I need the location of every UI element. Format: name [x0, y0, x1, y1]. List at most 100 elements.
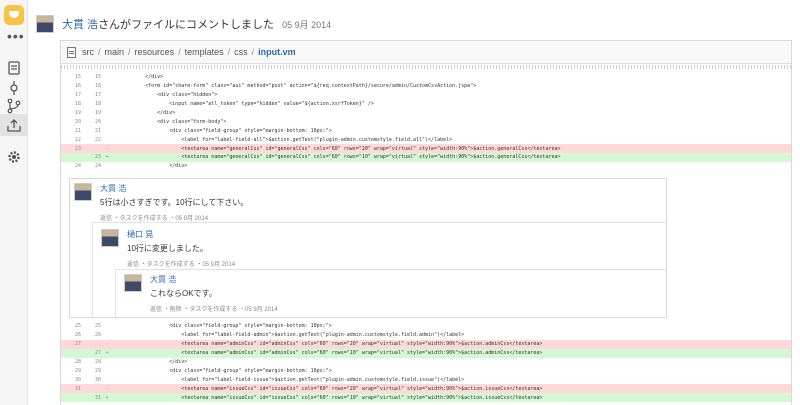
old-line-number[interactable]: 27	[61, 341, 81, 347]
diff-row-removed: 27 - <textarea name="adminCss" id="adminC…	[61, 339, 791, 349]
old-line-number[interactable]: 15	[61, 74, 81, 80]
diff-sign[interactable]: -	[101, 146, 113, 152]
path-segment[interactable]: resources	[135, 47, 175, 57]
old-line-number[interactable]: 16	[61, 83, 81, 89]
new-line-number[interactable]: 27	[81, 350, 101, 356]
path-segment[interactable]: src	[82, 47, 94, 57]
old-line-number[interactable]: 21	[61, 128, 81, 134]
new-line-number[interactable]: 30	[81, 377, 101, 383]
diff-row-added: 23 + <textarea name="generalCss" id="gene…	[61, 153, 791, 162]
avatar[interactable]	[74, 183, 92, 201]
old-line-number[interactable]: 19	[61, 110, 81, 116]
code-line: <textarea name="generalCss" id="generalC…	[121, 145, 561, 152]
code-line: <label for="label-field-admin">$action.g…	[121, 332, 465, 339]
new-line-number[interactable]: 22	[81, 137, 101, 143]
old-line-number[interactable]: 18	[61, 101, 81, 107]
branch-icon[interactable]	[6, 98, 22, 114]
new-line-number[interactable]: 23	[81, 154, 101, 160]
new-line-number[interactable]: 28	[81, 359, 101, 365]
reply-thread: 樋口 晃 10行に変更しました。 返信 ・タスクを作成する ・05 9月 201…	[92, 222, 667, 319]
comment-author[interactable]: 大貫 浩	[100, 183, 248, 194]
header-date: 05 9月 2014	[282, 19, 332, 30]
settings-icon[interactable]	[6, 149, 22, 165]
code-line: <textarea name="issueCss" id="issueCss" …	[121, 394, 543, 401]
path-segment[interactable]: css	[234, 47, 248, 57]
diff-row: 24 24 </div>	[61, 162, 791, 171]
old-line-number[interactable]: 23	[61, 146, 81, 152]
code-line: </div>	[121, 110, 176, 116]
header-action-text: さんがファイルにコメントしました	[98, 19, 275, 31]
path-segment[interactable]: main	[105, 47, 125, 57]
avatar[interactable]	[36, 15, 54, 33]
comment-author[interactable]: 樋口 晃	[127, 229, 235, 240]
new-line-number[interactable]: 16	[81, 83, 101, 89]
header-username[interactable]: 大貫 浩	[62, 16, 98, 32]
new-line-number[interactable]: 31	[81, 395, 101, 401]
new-line-number[interactable]: 19	[81, 110, 101, 116]
new-line-number[interactable]: 29	[81, 368, 101, 374]
pull-request-icon[interactable]	[6, 117, 22, 133]
comment-actions[interactable]: 返信 ・削除 ・タスクを作成する ・05 9月 2014	[150, 304, 278, 313]
file-name[interactable]: input.vm	[258, 47, 296, 57]
old-line-number[interactable]: 20	[61, 119, 81, 125]
new-line-number[interactable]: 20	[81, 119, 101, 125]
code-line: </div>	[121, 359, 188, 365]
diff-row: 25 25 <div class="field-group" style="mar…	[61, 322, 791, 331]
diff-row-added: 27 + <textarea name="adminCss" id="adminC…	[61, 348, 791, 358]
new-line-number[interactable]: 24	[81, 163, 101, 169]
code-line: <textarea name="adminCss" id="adminCss" …	[121, 341, 543, 348]
diff-row: 26 26 <label for="label-field-admin">$act…	[61, 331, 791, 340]
comment: 樋口 晃 10行に変更しました。 返信 ・タスクを作成する ・05 9月 201…	[101, 229, 235, 268]
commit-icon[interactable]	[6, 80, 22, 96]
file-diff-panel: src / main / resources / templates / css / in…	[60, 40, 792, 405]
diff-sign[interactable]: +	[101, 350, 113, 356]
code-line: <form id="share-form" class="aui" method…	[121, 83, 477, 90]
diff-sign[interactable]: -	[101, 386, 113, 392]
code-line: <label for="label-field-issue">$action.g…	[121, 376, 465, 383]
diff-row: 21 21 <div class="field-group" style="mar…	[61, 126, 791, 135]
old-line-number[interactable]: 30	[61, 377, 81, 383]
diff-sign[interactable]: +	[101, 395, 113, 401]
old-line-number[interactable]: 22	[61, 137, 81, 143]
old-line-number[interactable]: 29	[61, 368, 81, 374]
app-logo[interactable]	[4, 5, 24, 25]
diff-row: 20 20 <div class="form-body">	[61, 117, 791, 126]
diff-row-removed: 23 - <textarea name="generalCss" id="gene…	[61, 144, 791, 154]
diff-row: 22 22 <label for="label-field-all">$actio…	[61, 135, 791, 144]
comment-actions[interactable]: 返信 ・タスクを作成する ・05 9月 2014	[127, 259, 235, 268]
old-line-number[interactable]: 26	[61, 332, 81, 338]
new-line-number[interactable]: 25	[81, 323, 101, 329]
diff-row: 18 18 <input name="atl_token" type="hidde…	[61, 100, 791, 109]
left-sidebar: •••	[0, 0, 28, 405]
comment-actions[interactable]: 返信 ・タスクを作成する ・05 9月 2014	[100, 213, 248, 222]
file-icon	[67, 46, 76, 58]
diff-ruler	[61, 65, 791, 69]
old-line-number[interactable]: 17	[61, 92, 81, 98]
diff-sign[interactable]: -	[101, 341, 113, 347]
more-icon[interactable]: •••	[7, 29, 25, 43]
new-line-number[interactable]: 18	[81, 101, 101, 107]
old-line-number[interactable]: 28	[61, 359, 81, 365]
new-line-number[interactable]: 26	[81, 332, 101, 338]
avatar[interactable]	[101, 229, 119, 247]
code-line: <label for="label-field-all">$action.get…	[121, 136, 453, 143]
new-line-number[interactable]: 15	[81, 74, 101, 80]
code-line: <input name="atl_token" type="hidden" va…	[121, 101, 374, 108]
old-line-number[interactable]: 24	[61, 163, 81, 169]
comment-text: 10行に変更しました。	[127, 244, 208, 253]
avatar[interactable]	[124, 274, 142, 292]
path-segment[interactable]: templates	[185, 47, 224, 57]
diff-row: 15 15 </div>	[61, 73, 791, 82]
new-line-number[interactable]: 17	[81, 92, 101, 98]
code-line: <div class="field-group" style="margin-b…	[121, 323, 332, 330]
code-line: <div class="field-group" style="margin-b…	[121, 367, 332, 374]
comment-text: これならOKです。	[150, 289, 217, 298]
old-line-number[interactable]: 25	[61, 323, 81, 329]
old-line-number[interactable]: 31	[61, 386, 81, 392]
comment-author[interactable]: 大貫 浩	[150, 274, 278, 285]
diff-sign[interactable]: +	[101, 154, 113, 160]
diff-row-added: 31 + <textarea name="issueCss" id="issueC…	[61, 393, 791, 403]
new-line-number[interactable]: 21	[81, 128, 101, 134]
file-path-bar: src / main / resources / templates / css / in…	[61, 41, 791, 64]
source-icon[interactable]	[6, 60, 22, 76]
